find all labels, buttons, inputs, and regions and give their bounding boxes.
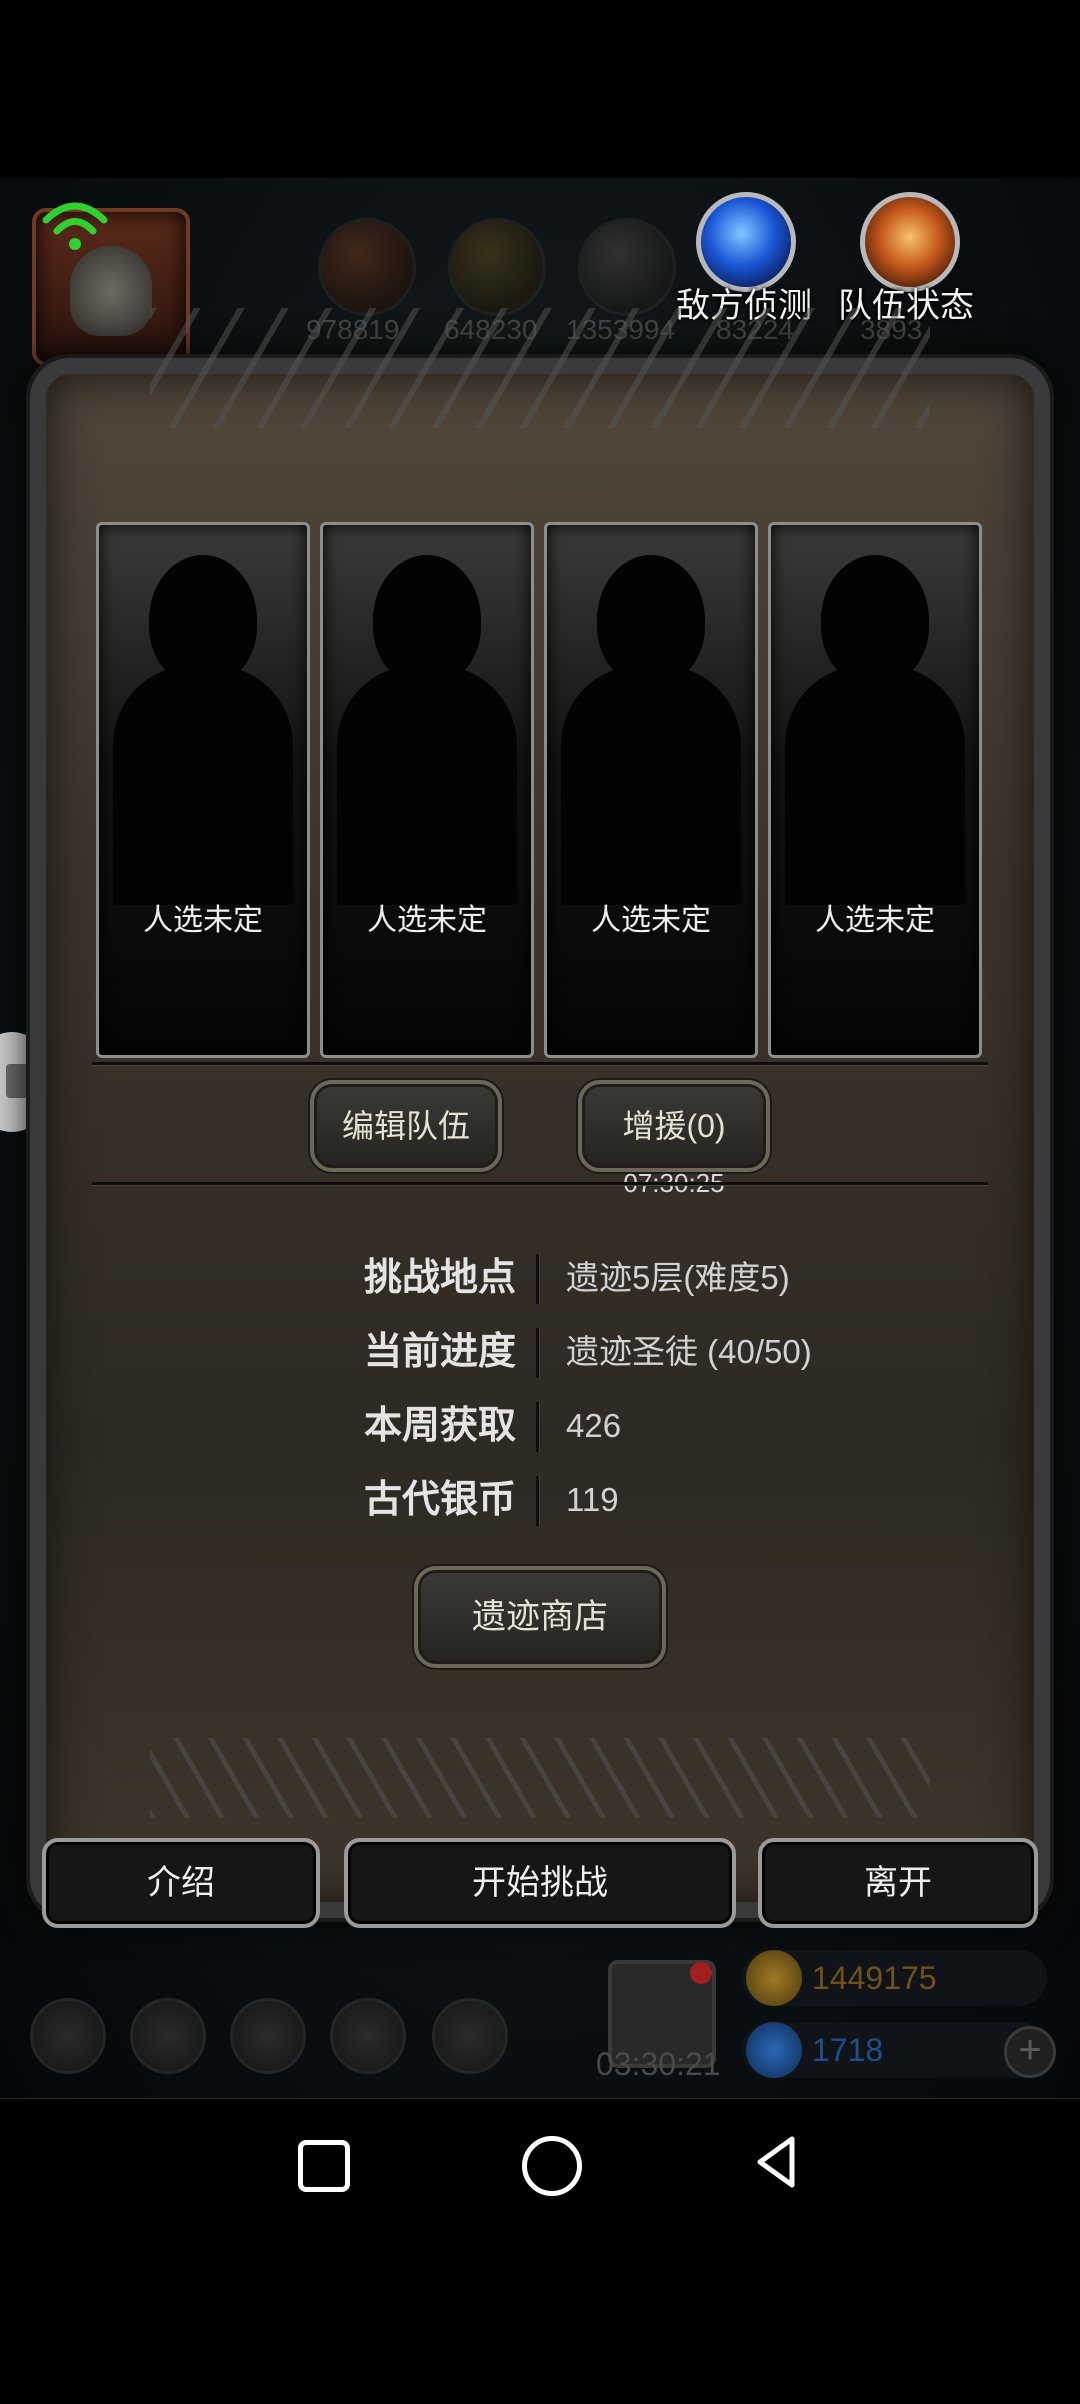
gift-timer: 03:30:21 [596, 2046, 721, 2082]
gold-coin-icon [746, 1950, 802, 2006]
team-status-icon[interactable] [860, 192, 960, 292]
hero-slot-1[interactable]: 人选未定 [96, 522, 310, 1058]
menu-icon-3[interactable] [230, 1998, 306, 2074]
silhouette-body [785, 665, 965, 905]
info-label: 古代银币 [363, 1479, 516, 1521]
gem-value: 1718 [812, 2032, 884, 2068]
reinforce-button[interactable]: 增援(0) [578, 1080, 770, 1172]
menu-icon-2[interactable] [130, 1998, 206, 2074]
resource-orb-3 [578, 218, 676, 316]
info-separator [536, 1254, 539, 1304]
gold-value: 1449175 [812, 1960, 937, 1996]
recent-apps-icon[interactable] [298, 2140, 350, 2192]
info-label: 挑战地点 [363, 1257, 516, 1299]
frame-ornament-bottom [150, 1738, 930, 1818]
ruins-shop-button[interactable]: 遗迹商店 [414, 1566, 666, 1668]
info-row-location: 挑战地点 遗迹5层(难度5) [300, 1248, 860, 1308]
slot-label: 人选未定 [591, 904, 711, 937]
slot-label: 人选未定 [143, 904, 263, 937]
menu-icon-5[interactable] [432, 1998, 508, 2074]
slot-label: 人选未定 [815, 904, 935, 937]
info-separator [536, 1402, 539, 1452]
info-value: 遗迹圣徒 (40/50) [566, 1333, 812, 1370]
add-currency-icon[interactable]: + [1004, 2026, 1056, 2078]
hero-slot-4[interactable]: 人选未定 [768, 522, 982, 1058]
back-icon[interactable] [752, 2134, 798, 2190]
menu-icon-4[interactable] [330, 1998, 406, 2074]
silhouette-body [113, 665, 293, 905]
divider-top [92, 1062, 988, 1065]
wifi-icon [42, 202, 108, 250]
info-label: 当前进度 [363, 1331, 516, 1373]
notification-dot [690, 1962, 712, 1984]
resource-orb-2 [448, 218, 546, 316]
info-value: 遗迹5层(难度5) [566, 1259, 790, 1296]
silhouette-body [561, 665, 741, 905]
info-label: 本周获取 [363, 1405, 516, 1447]
hero-slot-3[interactable]: 人选未定 [544, 522, 758, 1058]
game-screen: 978819 648230 1353994 83224 3893 敌方侦测 队伍… [0, 178, 1080, 2098]
avatar-portrait [70, 246, 152, 336]
start-challenge-button[interactable]: 开始挑战 [344, 1838, 736, 1928]
menu-icon-1[interactable] [30, 1998, 106, 2074]
leave-button[interactable]: 离开 [758, 1838, 1038, 1928]
home-icon[interactable] [522, 2136, 582, 2196]
edit-team-button[interactable]: 编辑队伍 [310, 1080, 502, 1172]
info-value: 119 [566, 1481, 619, 1518]
frame-ornament-top [150, 308, 930, 428]
info-separator [536, 1476, 539, 1526]
info-row-progress: 当前进度 遗迹圣徒 (40/50) [300, 1322, 860, 1382]
resource-orb-1 [318, 218, 416, 316]
slot-label: 人选未定 [367, 904, 487, 937]
intro-button[interactable]: 介绍 [42, 1838, 320, 1928]
silhouette-body [337, 665, 517, 905]
info-row-weekly: 本周获取 426 [300, 1396, 860, 1456]
info-row-coins: 古代银币 119 [300, 1470, 860, 1530]
hero-slot-2[interactable]: 人选未定 [320, 522, 534, 1058]
info-value: 426 [566, 1407, 622, 1444]
divider-bottom [92, 1182, 988, 1185]
gem-icon [746, 2022, 802, 2078]
info-separator [536, 1328, 539, 1378]
enemy-detect-icon[interactable] [696, 192, 796, 292]
